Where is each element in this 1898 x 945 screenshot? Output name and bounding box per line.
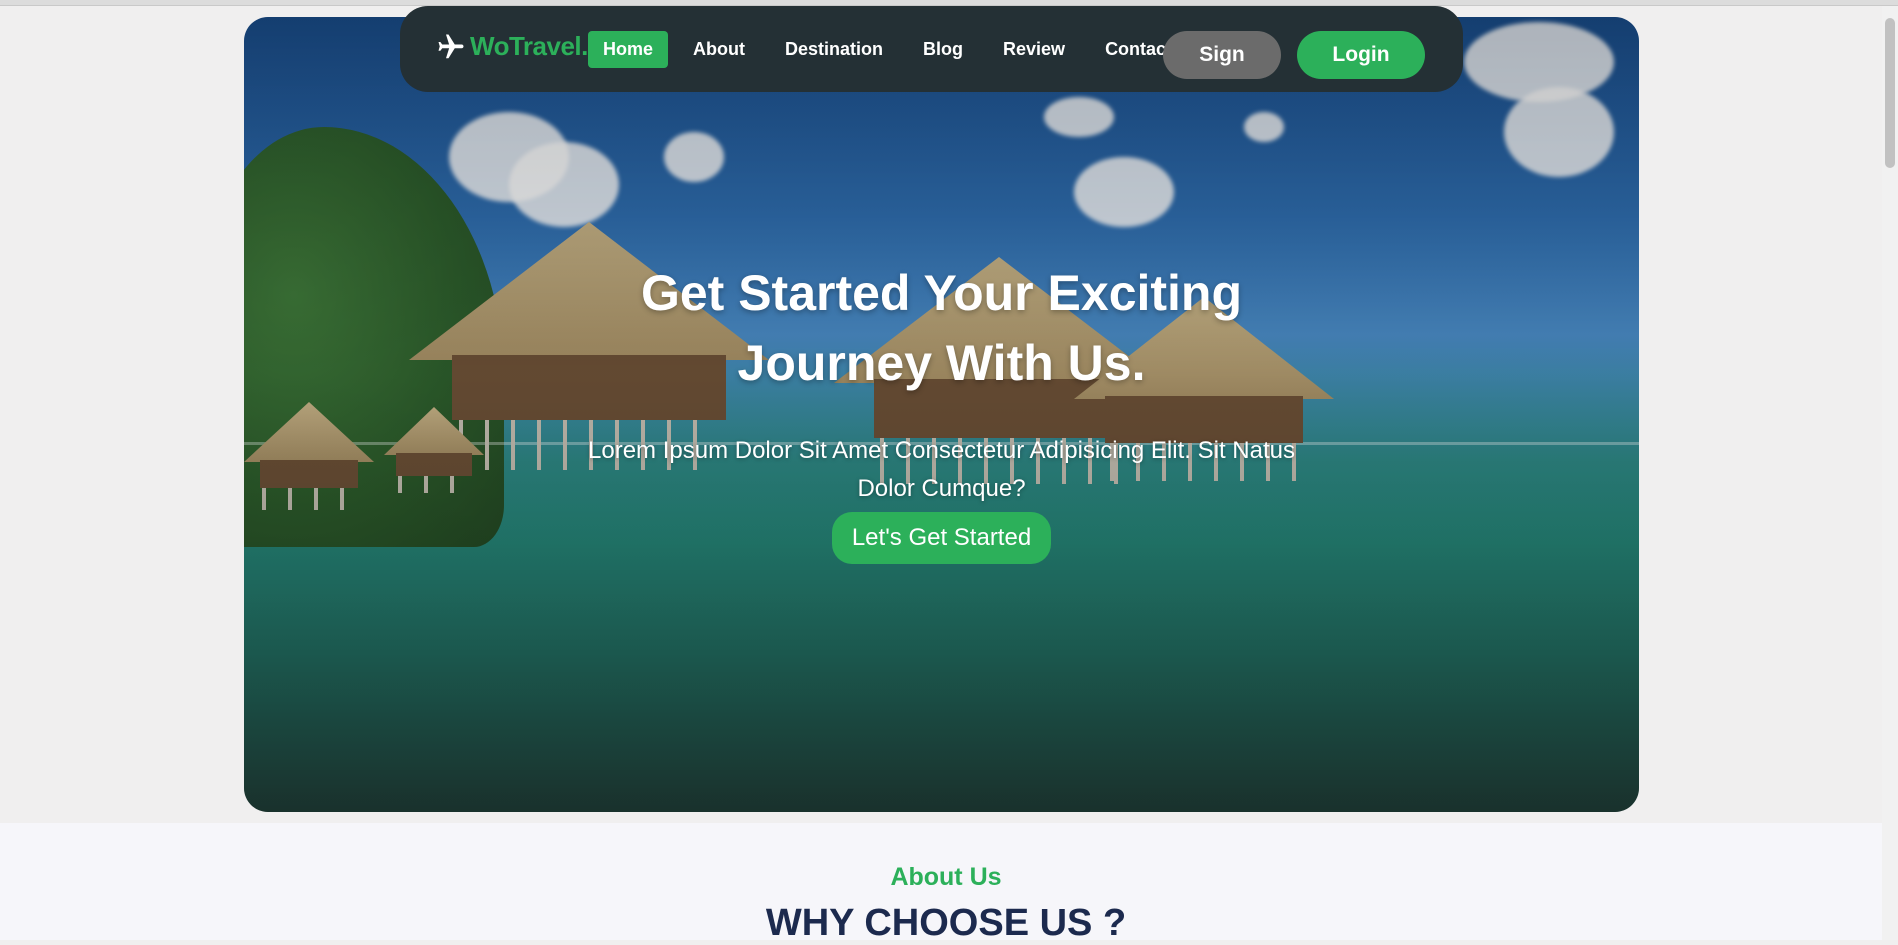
nav-item-contact[interactable]: Contact (1105, 39, 1172, 60)
get-started-button[interactable]: Let's Get Started (831, 512, 1052, 564)
brand-logo[interactable]: WoTravel. (436, 31, 588, 62)
login-button[interactable]: Login (1297, 31, 1425, 79)
sign-button[interactable]: Sign (1163, 31, 1281, 79)
nav-item-blog[interactable]: Blog (923, 39, 963, 60)
brand-name: WoTravel. (470, 31, 588, 61)
nav-item-review[interactable]: Review (1003, 39, 1065, 60)
hero-subtitle: Lorem Ipsum Dolor Sit Amet Consectetur A… (588, 437, 1295, 502)
nav-item-home[interactable]: Home (588, 31, 669, 68)
section-label: About Us (890, 863, 1002, 891)
airplane-icon (438, 34, 464, 58)
hero-content: Get Started Your Exciting Journey With U… (244, 258, 1639, 564)
about-section: About Us WHY CHOOSE US ? (0, 823, 1892, 944)
nav-item-destination[interactable]: Destination (785, 39, 883, 60)
nav-links: Home About Destination Blog Review Conta… (588, 31, 1212, 68)
top-navbar: WoTravel. Home About Destination Blog Re… (400, 6, 1463, 92)
section-title: WHY CHOOSE US ? (765, 902, 1127, 944)
page-scrollbar[interactable] (1882, 6, 1898, 940)
hero-title: Get Started Your Exciting Journey With U… (640, 265, 1243, 391)
nav-item-about[interactable]: About (693, 39, 745, 60)
scrollbar-thumb[interactable] (1885, 18, 1895, 168)
